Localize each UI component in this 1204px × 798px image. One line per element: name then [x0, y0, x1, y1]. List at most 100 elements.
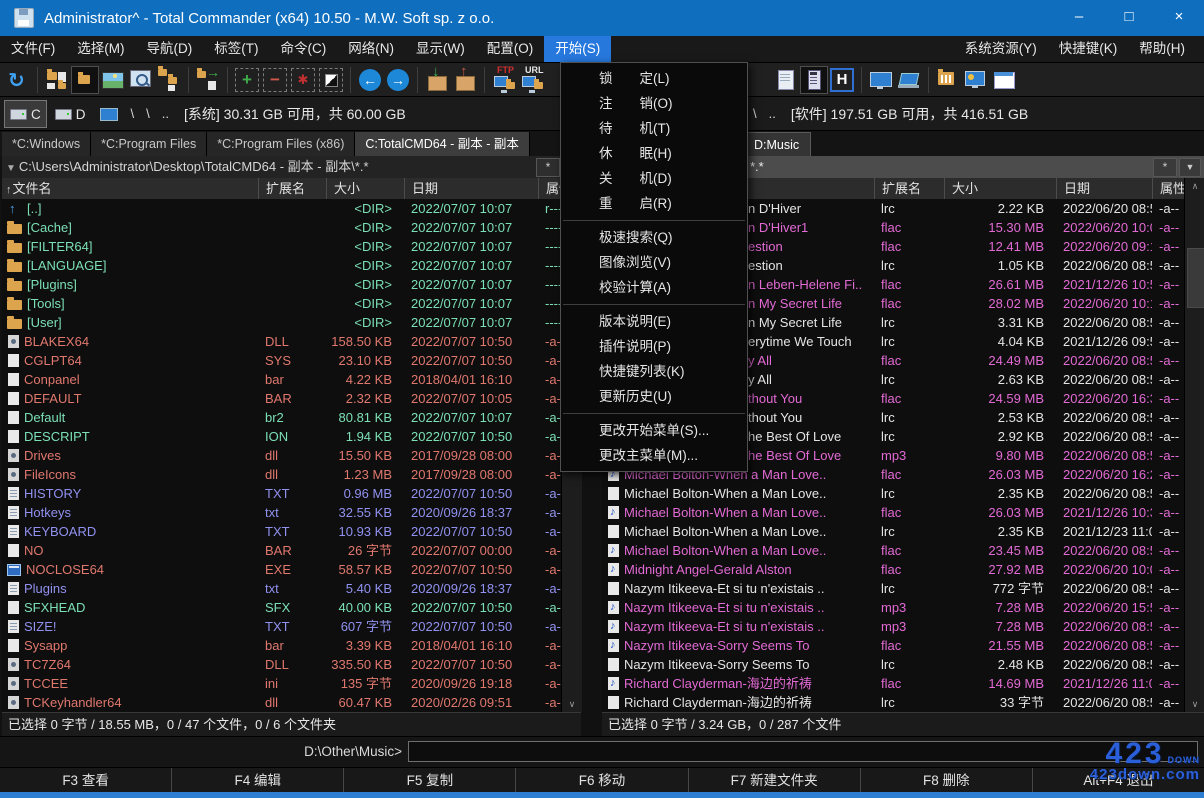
path-shortcut-button[interactable]: \	[126, 102, 140, 126]
history-forward-icon[interactable]: →	[385, 67, 411, 93]
file-row[interactable]: Pluginstxt5.40 KB2020/09/26 18:37-a--	[2, 579, 561, 598]
menubar-item[interactable]: 文件(F)	[0, 36, 66, 62]
file-row[interactable]: [Tools]<DIR>2022/07/07 10:07----	[2, 294, 561, 313]
scrollbar-thumb[interactable]	[1187, 248, 1204, 308]
close-button[interactable]: ×	[1154, 0, 1204, 36]
start-menu-item[interactable]: 插件说明(P)	[561, 334, 747, 359]
column-header-size[interactable]: 大小	[944, 178, 1056, 199]
file-row[interactable]: [Plugins]<DIR>2022/07/07 10:07----	[2, 275, 561, 294]
notepad-icon[interactable]	[773, 67, 799, 93]
drive-button-d[interactable]: D	[49, 100, 92, 128]
pack-files-icon[interactable]: ↓	[424, 67, 450, 93]
file-row[interactable]: TCCEEini135 字节2020/09/26 19:18-a--	[2, 674, 561, 693]
split-view-icon[interactable]	[44, 67, 70, 93]
start-menu-item[interactable]: 重 启(R)	[561, 191, 747, 216]
file-row[interactable]: TC7Z64DLL335.50 KB2022/07/07 10:50-a--	[2, 655, 561, 674]
file-row[interactable]: Richard Clayderman-海边的祈祷flac14.69 MB2021…	[602, 674, 1184, 693]
file-row[interactable]: Michael Bolton-When a Man Love..lrc2.35 …	[602, 522, 1184, 541]
fkey-button-f3[interactable]: F3 查看	[0, 768, 171, 793]
file-row[interactable]: Defaultbr280.81 KB2022/07/07 10:07-a--	[2, 408, 561, 427]
file-row[interactable]: Conpanelbar4.22 KB2018/04/01 16:10-a--	[2, 370, 561, 389]
search-files-icon[interactable]	[128, 67, 154, 93]
copy-tree-icon[interactable]: →	[195, 67, 221, 93]
file-row[interactable]: Michael Bolton-When a Man Love..flac23.4…	[602, 541, 1184, 560]
select-remove-icon[interactable]: −	[262, 67, 288, 93]
menubar-item[interactable]: 配置(O)	[476, 36, 545, 62]
maximize-button[interactable]: □	[1104, 0, 1154, 36]
file-row[interactable]: [User]<DIR>2022/07/07 10:07----	[2, 313, 561, 332]
column-header-date[interactable]: 日期	[404, 178, 538, 199]
menubar-item[interactable]: 标签(T)	[203, 36, 269, 62]
file-row[interactable]: DESCRIPTION1.94 KB2022/07/07 10:50-a--	[2, 427, 561, 446]
scroll-up-icon[interactable]: ∧	[1185, 178, 1204, 194]
fkey-button-f8[interactable]: F8 删除	[860, 768, 1032, 793]
menubar-item[interactable]: 网络(N)	[337, 36, 405, 62]
start-menu-item[interactable]: 更改主菜单(M)...	[561, 443, 747, 468]
menubar-item[interactable]: 快捷键(K)	[1048, 36, 1129, 62]
folder-tab[interactable]: *C:Program Files (x86)	[207, 132, 355, 157]
folder-tab[interactable]: *C:Windows	[2, 132, 91, 157]
file-row[interactable]: Midnight Angel-Gerald Alstonflac27.92 MB…	[602, 560, 1184, 579]
start-menu-item[interactable]: 更改开始菜单(S)...	[561, 418, 747, 443]
file-row[interactable]: BLAKEX64DLL158.50 KB2022/07/07 10:50-a--	[2, 332, 561, 351]
tab-d-music[interactable]: D:Music	[742, 132, 811, 157]
folder-view-icon[interactable]	[71, 66, 99, 94]
path-shortcut-button[interactable]: \	[141, 102, 155, 126]
url-connect-icon[interactable]: URL	[519, 67, 545, 93]
file-row[interactable]: Hotkeystxt32.55 KB2020/09/26 18:37-a--	[2, 503, 561, 522]
path-shortcut-button[interactable]: ..	[764, 102, 781, 126]
start-menu-item[interactable]: 图像浏览(V)	[561, 250, 747, 275]
image-viewer-icon[interactable]	[100, 67, 126, 93]
fkey-button-f7[interactable]: F7 新建文件夹	[688, 768, 860, 793]
file-row[interactable]: KEYBOARDTXT10.93 KB2022/07/07 10:50-a--	[2, 522, 561, 541]
display-settings-icon[interactable]	[963, 67, 989, 93]
file-row[interactable]: Sysappbar3.39 KB2018/04/01 16:10-a--	[2, 636, 561, 655]
start-menu-item[interactable]: 极速搜索(Q)	[561, 225, 747, 250]
desktop-icon[interactable]	[868, 67, 894, 93]
left-column-headers[interactable]: ↑文件名扩展名大小日期属性	[2, 178, 561, 199]
file-row[interactable]: NOBAR26 字节2022/07/07 00:00-a--	[2, 541, 561, 560]
fkey-button-f4[interactable]: F4 编辑	[171, 768, 343, 793]
right-dropdown-button[interactable]: ▼	[1179, 158, 1201, 177]
file-row[interactable]: CGLPT64SYS23.10 KB2022/07/07 10:50-a--	[2, 351, 561, 370]
file-row[interactable]: TCKeyhandler64dll60.47 KB2020/02/26 09:5…	[2, 693, 561, 712]
right-history-button[interactable]: *	[1153, 158, 1177, 177]
unpack-files-icon[interactable]: ↑	[452, 67, 478, 93]
start-menu-item[interactable]: 锁 定(L)	[561, 66, 747, 91]
fkey-button-f6[interactable]: F6 移动	[515, 768, 687, 793]
file-row[interactable]: [Cache]<DIR>2022/07/07 10:07----	[2, 218, 561, 237]
menubar-item[interactable]: 系统资源(Y)	[954, 36, 1048, 62]
column-header-size[interactable]: 大小	[326, 178, 404, 199]
file-row[interactable]: Richard Clayderman-海边的祈祷lrc33 字节2022/06/…	[602, 693, 1184, 712]
menubar-item[interactable]: 导航(D)	[136, 36, 204, 62]
right-scrollbar[interactable]: ∧ ∨	[1184, 178, 1204, 712]
file-row[interactable]: Drivesdll15.50 KB2017/09/28 08:00-a--	[2, 446, 561, 465]
path-shortcut-button[interactable]: \	[748, 102, 762, 126]
column-header-name[interactable]: ↑文件名	[2, 178, 258, 199]
history-back-icon[interactable]: ←	[357, 67, 383, 93]
fkey-button-f5[interactable]: F5 复制	[343, 768, 515, 793]
file-row[interactable]: [LANGUAGE]<DIR>2022/07/07 10:07----	[2, 256, 561, 275]
file-row[interactable]: [..]<DIR>2022/07/07 10:07r---	[2, 199, 561, 218]
tree-view-icon[interactable]	[156, 67, 182, 93]
scroll-down-icon[interactable]: ∨	[1185, 696, 1204, 712]
refresh-icon[interactable]: ↻	[5, 67, 31, 93]
window-icon[interactable]	[991, 67, 1017, 93]
file-row[interactable]: Nazym Itikeeva-Sorry Seems Tolrc2.48 KB2…	[602, 655, 1184, 674]
menubar-item[interactable]: 选择(M)	[66, 36, 135, 62]
file-row[interactable]: HISTORYTXT0.96 MB2022/07/07 10:50-a--	[2, 484, 561, 503]
file-row[interactable]: Nazym Itikeeva-Et si tu n'existais ..lrc…	[602, 579, 1184, 598]
file-row[interactable]: FileIconsdll1.23 MB2017/09/28 08:00-a--	[2, 465, 561, 484]
file-row[interactable]: Nazym Itikeeva-Et si tu n'existais ..mp3…	[602, 598, 1184, 617]
file-row[interactable]: Michael Bolton-When a Man Love..lrc2.35 …	[602, 484, 1184, 503]
control-panel-folder-icon[interactable]	[935, 67, 961, 93]
column-header-attr[interactable]: 属性	[1152, 178, 1184, 199]
select-add-icon[interactable]: +	[234, 67, 260, 93]
file-row[interactable]: Nazym Itikeeva-Sorry Seems Toflac21.55 M…	[602, 636, 1184, 655]
left-history-button[interactable]: *	[536, 158, 560, 177]
menubar-item[interactable]: 帮助(H)	[1128, 36, 1196, 62]
command-line-input[interactable]	[408, 741, 1198, 762]
start-menu-item[interactable]: 待 机(T)	[561, 116, 747, 141]
column-header-date[interactable]: 日期	[1056, 178, 1152, 199]
start-menu-item[interactable]: 快捷键列表(K)	[561, 359, 747, 384]
